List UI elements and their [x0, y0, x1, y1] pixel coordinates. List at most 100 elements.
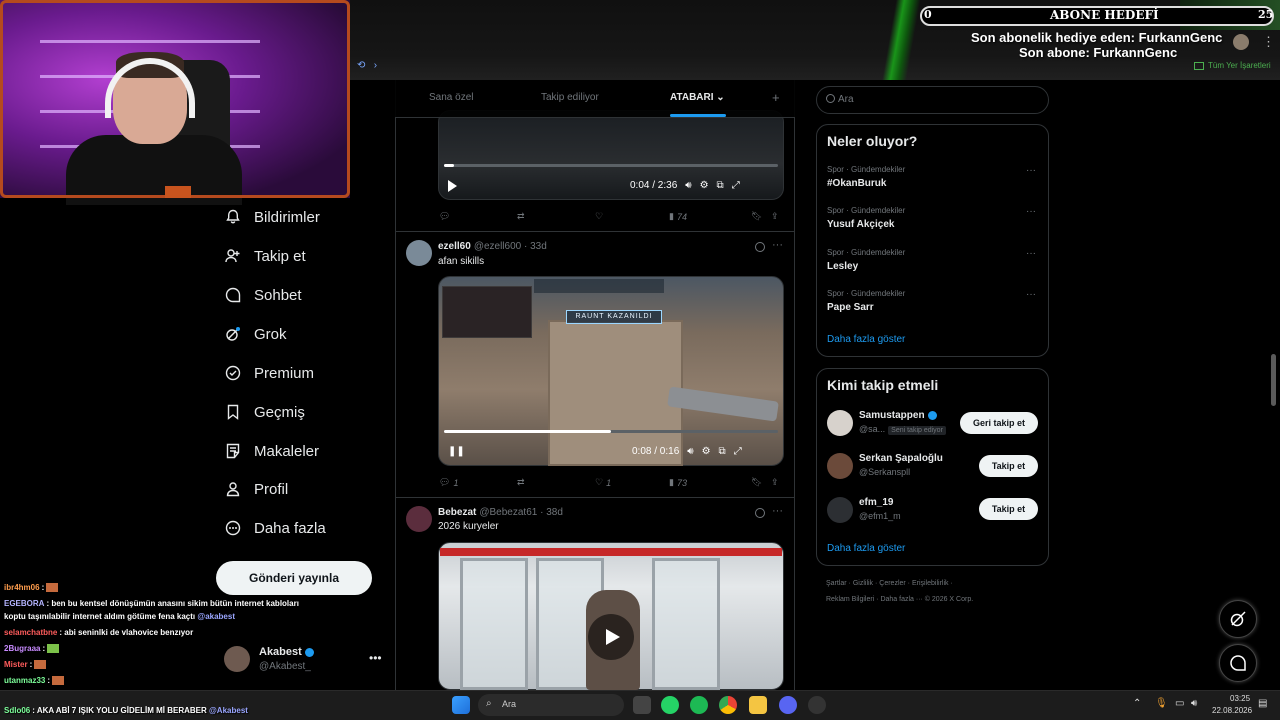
sidebar-item-history[interactable]: Geçmiş — [224, 400, 305, 424]
suggested-user-name[interactable]: Serkan Şapaloğlu — [859, 453, 943, 464]
volume-icon[interactable]: 🔊︎ — [685, 180, 691, 191]
page-scrollbar[interactable] — [1271, 354, 1276, 406]
bookmark-action-icon[interactable]: 🔖︎ — [751, 211, 771, 222]
browser-profile-avatar[interactable] — [1233, 34, 1249, 50]
settings-icon[interactable]: ⚙ — [702, 446, 711, 457]
views-icon[interactable]: ▮ 74 — [669, 211, 751, 222]
tweet-more-icon[interactable]: ··· — [772, 239, 783, 251]
pip-icon[interactable]: ⧉ — [717, 180, 724, 191]
tab-atabari[interactable]: ATABARI ⌄ — [670, 92, 725, 103]
microphone-icon[interactable]: 🎙︎ — [1155, 698, 1168, 709]
tweet-avatar[interactable] — [406, 240, 432, 266]
sidebar-item-profile[interactable]: Profil — [224, 477, 288, 501]
sidebar-item-more[interactable]: Daha fazla — [224, 516, 326, 540]
grok-icon[interactable] — [755, 508, 765, 518]
suggested-user-name[interactable]: Samustappen — [859, 410, 937, 421]
sidebar-item-label: Profil — [254, 480, 289, 498]
settings-icon[interactable]: ⚙ — [700, 180, 709, 191]
suggested-user-avatar[interactable] — [827, 453, 853, 479]
sidebar-item-grok[interactable]: Grok — [224, 322, 287, 346]
share-icon[interactable]: ⇪ — [771, 211, 779, 222]
video-controls: 0:08 / 0:16 🔊︎ ⚙ ⧉ ⤢ — [632, 446, 742, 457]
who-to-follow-show-more-link[interactable]: Daha fazla göster — [827, 543, 905, 554]
fullscreen-icon[interactable]: ⤢ — [734, 446, 742, 457]
whatsapp-icon[interactable] — [661, 696, 679, 714]
follow-button[interactable]: Takip et — [979, 498, 1038, 520]
game-webcam — [442, 286, 532, 338]
trend-more-icon[interactable]: ··· — [1026, 248, 1036, 259]
reply-icon[interactable]: 💬︎ 1 — [439, 477, 517, 488]
post-button[interactable]: Gönderi yayınla — [216, 561, 372, 595]
account-name[interactable]: Akabest — [259, 646, 314, 658]
trend-item[interactable]: Yusuf Akçiçek — [827, 219, 894, 230]
browser-menu-icon[interactable]: ⋮ — [1262, 34, 1275, 50]
video-play-button[interactable] — [448, 180, 457, 192]
suggested-user-handle: @sa... Seni takip ediyor — [859, 424, 946, 435]
retweet-icon[interactable]: ⇄ — [517, 211, 595, 222]
suggested-user-avatar[interactable] — [827, 410, 853, 436]
all-bookmarks-link[interactable]: Tüm Yer İşaretleri — [1208, 61, 1271, 70]
trends-show-more-link[interactable]: Daha fazla göster — [827, 334, 905, 345]
video-pause-button[interactable]: ❚❚ — [448, 446, 465, 457]
tweet-author[interactable]: Bebezat @Bebezat61 · 38d — [438, 507, 563, 518]
sidebar-item-premium[interactable]: Premium — [224, 361, 314, 385]
grok-icon[interactable] — [755, 242, 765, 252]
follow-button[interactable]: Takip et — [979, 455, 1038, 477]
bookmark-action-icon[interactable]: 🔖︎ — [751, 477, 771, 488]
account-more-icon[interactable]: ••• — [369, 651, 382, 665]
tab-for-you[interactable]: Sana özel — [429, 92, 473, 103]
volume-icon[interactable]: 🔊︎ — [1191, 698, 1197, 709]
account-avatar[interactable] — [224, 646, 250, 672]
like-icon[interactable]: ♡ 1 — [595, 477, 669, 488]
add-tab-icon[interactable]: + — [772, 90, 780, 105]
notification-icon[interactable]: ▤ — [1258, 698, 1267, 709]
browser-nav-icons[interactable]: ⟲ › — [357, 60, 377, 71]
chat-message: ibr4hm06: — [4, 583, 59, 593]
video-progress-bar[interactable] — [444, 164, 778, 167]
trend-more-icon[interactable]: ··· — [1026, 289, 1036, 300]
trend-item[interactable]: Lesley — [827, 261, 858, 272]
chat-bubble-icon — [1230, 655, 1246, 671]
volume-icon[interactable]: 🔊︎ — [687, 446, 693, 457]
share-icon[interactable]: ⇪ — [771, 477, 779, 488]
suggested-user-avatar[interactable] — [827, 497, 853, 523]
fullscreen-icon[interactable]: ⤢ — [732, 180, 740, 191]
views-icon[interactable]: ▮ 73 — [669, 477, 751, 488]
trend-item[interactable]: #OkanBuruk — [827, 178, 886, 189]
tweet-more-icon[interactable]: ··· — [772, 505, 783, 517]
windows-start-icon[interactable] — [452, 696, 470, 714]
tray-chevron-icon[interactable]: ⌃ — [1133, 698, 1141, 709]
taskbar-search[interactable] — [478, 694, 624, 716]
follow-back-button[interactable]: Geri takip et — [960, 412, 1038, 434]
video-progress-bar[interactable] — [444, 430, 778, 433]
reply-icon[interactable]: 💬︎ — [439, 211, 517, 222]
task-view-icon[interactable] — [633, 696, 651, 714]
spotify-icon[interactable] — [690, 696, 708, 714]
sidebar-item-chat[interactable]: Sohbet — [224, 283, 302, 307]
sidebar-item-articles[interactable]: Makaleler — [224, 439, 319, 463]
network-icon[interactable]: ▭ — [1175, 698, 1184, 709]
app-icon[interactable] — [808, 696, 826, 714]
sidebar-item-follow[interactable]: Takip et — [224, 244, 306, 268]
suggested-user-name[interactable]: efm_19 — [859, 497, 893, 508]
messages-floating-button[interactable] — [1219, 644, 1257, 682]
video-controls: 0:04 / 2:36 🔊︎ ⚙ ⧉ ⤢ — [630, 180, 740, 191]
file-explorer-icon[interactable] — [749, 696, 767, 714]
search-icon — [826, 94, 835, 103]
like-icon[interactable]: ♡ — [595, 211, 669, 222]
footer-links[interactable]: Şartlar · Gizlilik · Çerezler · Erişileb… — [826, 580, 953, 587]
trend-more-icon[interactable]: ··· — [1026, 206, 1036, 217]
sidebar-item-notifications[interactable]: Bildirimler — [224, 205, 320, 229]
trend-more-icon[interactable]: ··· — [1026, 165, 1036, 176]
retweet-icon[interactable]: ⇄ — [517, 477, 595, 488]
tweet-avatar[interactable] — [406, 506, 432, 532]
video-play-button[interactable] — [588, 614, 634, 660]
tweet-author[interactable]: ezell60 @ezell600 · 33d — [438, 241, 547, 252]
chrome-icon[interactable] — [719, 696, 737, 714]
trend-item[interactable]: Pape Sarr — [827, 302, 874, 313]
grok-floating-button[interactable] — [1219, 600, 1257, 638]
footer-links[interactable]: Reklam Bilgileri · Daha fazla ··· © 2026… — [826, 596, 973, 603]
discord-icon[interactable] — [779, 696, 797, 714]
tab-following[interactable]: Takip ediliyor — [541, 92, 599, 103]
pip-icon[interactable]: ⧉ — [719, 446, 726, 457]
